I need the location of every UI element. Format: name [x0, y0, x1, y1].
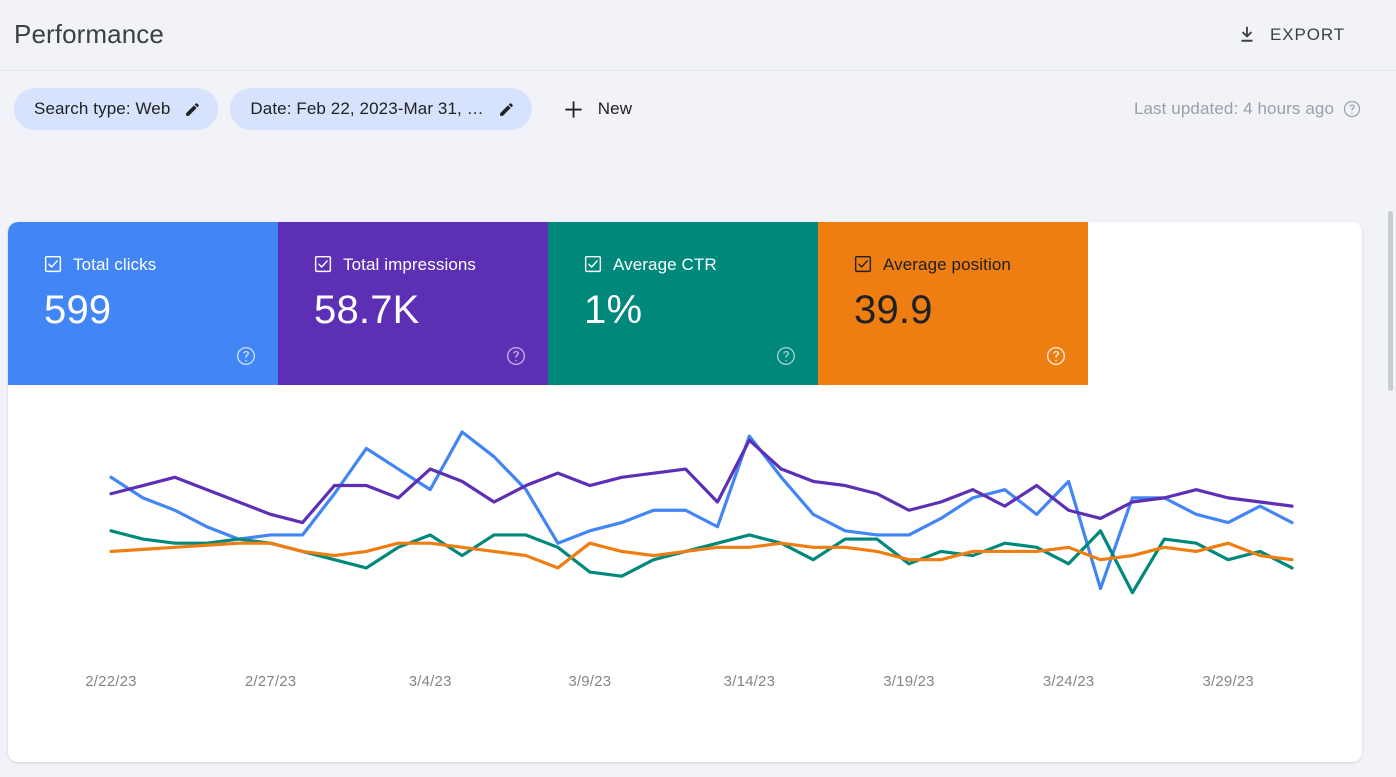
- checkbox-checked-icon[interactable]: [854, 255, 872, 273]
- help-circle-icon[interactable]: [1046, 346, 1066, 366]
- chart-x-tick-label: 3/24/23: [1043, 673, 1094, 690]
- metric-card-total-impressions[interactable]: Total impressions 58.7K: [278, 222, 548, 385]
- help-circle-icon[interactable]: [236, 346, 256, 366]
- help-circle-icon[interactable]: [776, 346, 796, 366]
- filter-chip-search-type[interactable]: Search type: Web: [14, 88, 219, 130]
- new-filter-button[interactable]: New: [556, 88, 644, 130]
- help-circle-icon[interactable]: [1343, 100, 1361, 118]
- metric-value: 39.9: [854, 288, 933, 332]
- metric-label: Average CTR: [613, 254, 717, 274]
- plus-icon: [565, 100, 582, 118]
- checkbox-checked-icon[interactable]: [314, 255, 332, 273]
- pencil-icon: [499, 102, 513, 116]
- performance-chart-svg[interactable]: 2/22/23 2/27/23 3/4/23 3/9/23 3/14/23 3/19/23…: [8, 385, 1362, 762]
- new-filter-label: New: [597, 99, 633, 118]
- metric-card-average-position[interactable]: Average position 39.9: [818, 222, 1088, 385]
- checkbox-checked-icon[interactable]: [584, 255, 602, 273]
- help-circle-icon[interactable]: [506, 346, 526, 366]
- metric-card-header: Total clicks: [44, 255, 278, 273]
- metric-value: 58.7K: [314, 288, 420, 332]
- metric-card-total-clicks[interactable]: Total clicks 599: [8, 222, 278, 385]
- chart-x-tick-label: 3/29/23: [1202, 673, 1253, 690]
- chart-x-tick-label: 3/19/23: [883, 673, 934, 690]
- metric-label: Total impressions: [343, 254, 477, 274]
- metric-card-header: Average position: [854, 255, 1088, 273]
- chart-x-tick-label: 3/14/23: [724, 673, 775, 690]
- chart-series-group: [109, 430, 1294, 595]
- chart-line-average-ctr: [109, 529, 1294, 595]
- metric-value: 1%: [584, 288, 643, 332]
- pencil-icon: [186, 102, 200, 116]
- chart-x-axis-ticks: 2/22/23 2/27/23 3/4/23 3/9/23 3/14/23 3/19/23…: [85, 673, 1253, 690]
- page-title: Performance: [14, 18, 164, 49]
- chart-x-tick-label: 2/27/23: [245, 673, 296, 690]
- filter-chip-date-label: Date: Feb 22, 2023-Mar 31, …: [250, 99, 484, 118]
- metric-value: 599: [44, 288, 112, 332]
- filter-chip-search-type-label: Search type: Web: [34, 99, 171, 118]
- metric-label: Total clicks: [73, 254, 157, 274]
- page-scrollbar-thumb[interactable]: [1388, 211, 1393, 391]
- export-button[interactable]: EXPORT: [1232, 18, 1349, 52]
- chart-line-total-impressions: [109, 438, 1294, 525]
- checkbox-checked-icon[interactable]: [44, 255, 62, 273]
- export-button-label: EXPORT: [1270, 25, 1345, 44]
- chart-x-tick-label: 3/9/23: [568, 673, 611, 690]
- metric-label: Average position: [883, 254, 1011, 274]
- last-updated: Last updated: 4 hours ago: [1134, 99, 1361, 119]
- performance-chart[interactable]: 2/22/23 2/27/23 3/4/23 3/9/23 3/14/23 3/19/23…: [8, 385, 1362, 762]
- metric-card-header: Average CTR: [584, 255, 818, 273]
- performance-panel: Total clicks 599 Total impressions 58.7K: [8, 222, 1362, 762]
- chart-x-tick-label: 3/4/23: [409, 673, 452, 690]
- metric-card-row: Total clicks 599 Total impressions 58.7K: [8, 222, 1088, 385]
- performance-page: Performance EXPORT Search type: Web Date…: [0, 0, 1396, 777]
- page-header: Performance EXPORT: [0, 0, 1396, 71]
- metric-card-header: Total impressions: [314, 255, 548, 273]
- last-updated-text: Last updated: 4 hours ago: [1133, 99, 1334, 118]
- chart-x-tick-label: 2/22/23: [85, 673, 136, 690]
- download-icon: [1241, 26, 1253, 42]
- metric-card-average-ctr[interactable]: Average CTR 1%: [548, 222, 818, 385]
- filter-chip-date[interactable]: Date: Feb 22, 2023-Mar 31, …: [230, 88, 532, 130]
- filter-bar: Search type: Web Date: Feb 22, 2023-Mar …: [0, 71, 1396, 147]
